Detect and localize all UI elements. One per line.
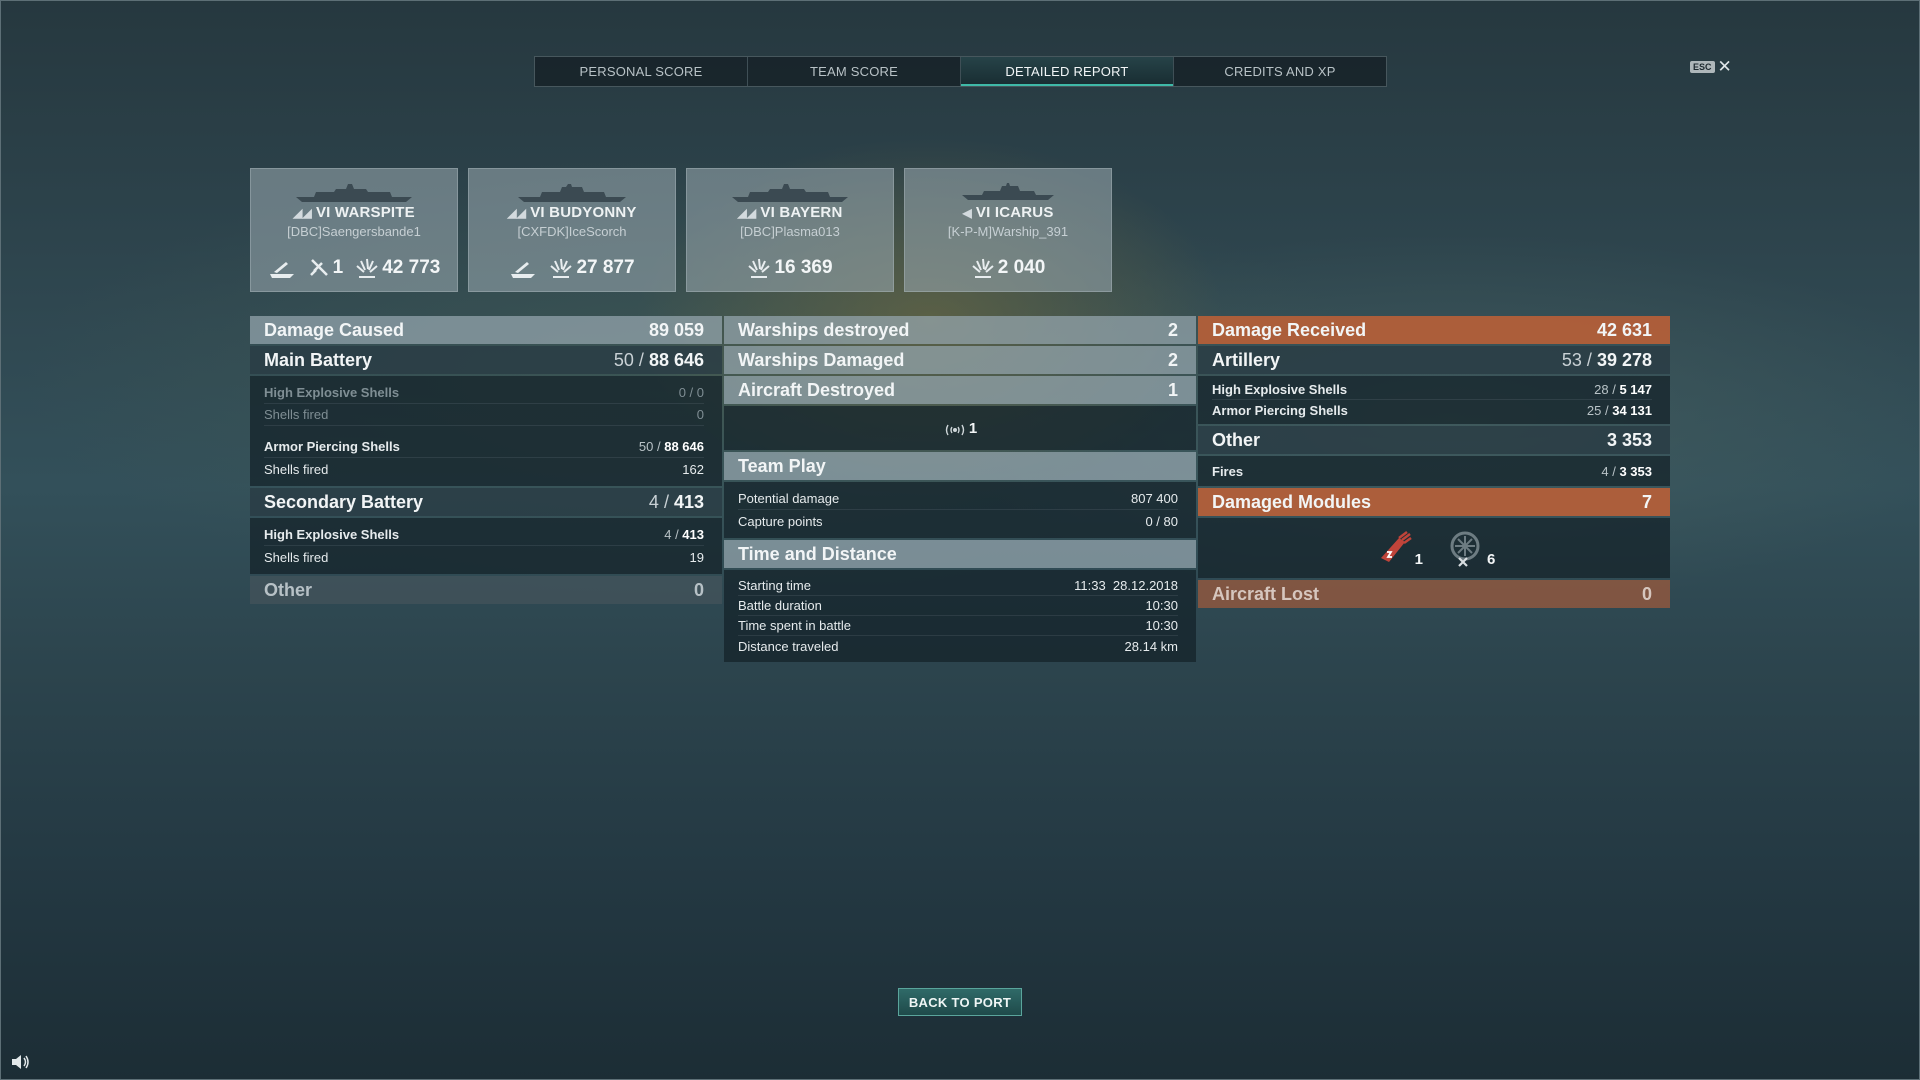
aircraft-destroyed-icons: 1 xyxy=(724,406,1196,450)
damage-caused-panel: Damage Caused 89 059 Main Battery 50 / 88… xyxy=(250,316,722,606)
time-distance-header: Time and Distance xyxy=(724,540,1196,568)
battleship-silhouette-icon xyxy=(296,184,412,202)
he-shells-row: High Explosive Shells 4 / 413 xyxy=(264,524,704,546)
team-play-header: Team Play xyxy=(724,452,1196,480)
torpedo-hit-icon xyxy=(509,258,537,278)
damage-caused-header: Damage Caused 89 059 xyxy=(250,316,722,344)
damage-received-panel: Damage Received 42 631 Artillery 53 / 39 … xyxy=(1198,316,1670,610)
warships-destroyed-header: Warships destroyed 2 xyxy=(724,316,1196,344)
damaged-modules-header: Damaged Modules 7 xyxy=(1198,488,1670,516)
damage-burst-icon xyxy=(972,258,994,278)
ship-name: ◢◢ VI WARSPITE xyxy=(293,204,415,221)
cruiser-silhouette-icon xyxy=(518,184,626,202)
player-name: [DBC]Plasma013 xyxy=(740,224,840,239)
damaged-modules-icons: 1 6 xyxy=(1198,518,1670,578)
tab-personal-score[interactable]: PERSONAL SCORE xyxy=(535,57,748,86)
damage-received-header: Damage Received 42 631 xyxy=(1198,316,1670,344)
ship-cards: ◢◢ VI WARSPITE [DBC]Saengersbande1 1 42 7… xyxy=(250,168,1112,292)
other-received-details: Fires 4 / 3 353 xyxy=(1198,456,1670,486)
other-caused-header: Other 0 xyxy=(250,576,722,604)
close-button[interactable]: ESC ✕ xyxy=(1690,57,1732,76)
player-name: [DBC]Saengersbande1 xyxy=(287,224,421,239)
report-tabs: PERSONAL SCORE TEAM SCORE DETAILED REPOR… xyxy=(534,56,1387,87)
sound-toggle[interactable] xyxy=(10,1054,30,1075)
back-to-port-button[interactable]: BACK TO PORT xyxy=(898,988,1022,1016)
other-received-header: Other 3 353 xyxy=(1198,426,1670,454)
speaker-icon xyxy=(12,1055,29,1069)
ap-shells-row: Armor Piercing Shells 25 / 34 131 xyxy=(1212,402,1652,418)
destroyed-module-icon xyxy=(1450,531,1480,567)
plane-shot-down-stat: 1 xyxy=(308,257,343,279)
ship-card[interactable]: ◢◢ VI BUDYONNY [CXFDK]IceScorch 27 877 xyxy=(468,168,676,292)
capture-points-row: Capture points 0 / 80 xyxy=(738,513,1178,529)
player-name: [K-P-M]Warship_391 xyxy=(947,224,1069,239)
tab-team-score[interactable]: TEAM SCORE xyxy=(748,57,961,86)
potential-damage-row: Potential damage 807 400 xyxy=(738,488,1178,510)
ship-name: ◢◢ VI BAYERN xyxy=(737,204,843,221)
damaged-module-item: 6 xyxy=(1445,528,1495,568)
he-shells-row: High Explosive Shells 28 / 5 147 xyxy=(1212,380,1652,400)
damage-stat: 27 877 xyxy=(549,257,635,279)
ship-card[interactable]: ◢◢ VI BAYERN [DBC]Plasma013 16 369 xyxy=(686,168,894,292)
ship-name: ◀ VI ICARUS xyxy=(962,204,1054,221)
battleship-class-icon: ◢◢ xyxy=(293,206,312,220)
damage-burst-icon xyxy=(550,258,573,278)
team-play-details: Potential damage 807 400 Capture points 0 … xyxy=(724,482,1196,538)
fires-row: Fires 4 / 3 353 xyxy=(1212,463,1652,479)
damage-burst-icon xyxy=(748,258,771,278)
shells-fired-row: Shells fired 162 xyxy=(264,461,704,477)
damage-burst-icon xyxy=(356,258,378,278)
main-battery-details: High Explosive Shells 0 / 0 Shells fired 0… xyxy=(250,376,722,486)
damaged-module-item: 1 xyxy=(1373,528,1423,568)
torpedo-hit-icon xyxy=(268,258,296,278)
distance-traveled-row: Distance traveled 28.14 km xyxy=(738,638,1178,654)
destroyer-class-icon: ◀ xyxy=(962,206,972,220)
combat-summary-panel: Warships destroyed 2 Warships Damaged 2 Ai… xyxy=(724,316,1196,664)
ap-shells-row: Armor Piercing Shells 50 / 88 646 xyxy=(264,436,704,458)
battle-duration-row: Battle duration 10:30 xyxy=(738,596,1178,616)
esc-key-icon: ESC xyxy=(1690,61,1715,73)
ship-card[interactable]: ◢◢ VI WARSPITE [DBC]Saengersbande1 1 42 7… xyxy=(250,168,458,292)
ship-card[interactable]: ◀ VI ICARUS [K-P-M]Warship_391 2 040 xyxy=(904,168,1112,292)
tab-credits-and-xp[interactable]: CREDITS AND XP xyxy=(1174,57,1386,86)
battleship-class-icon: ◢◢ xyxy=(737,206,757,220)
damage-stat: 16 369 xyxy=(747,257,833,279)
tab-detailed-report[interactable]: DETAILED REPORT xyxy=(961,57,1174,86)
starting-time-row: Starting time 11:33 28.12.2018 xyxy=(738,576,1178,596)
ship-name: ◢◢ VI BUDYONNY xyxy=(507,204,637,221)
artillery-details: High Explosive Shells 28 / 5 147 Armor P… xyxy=(1198,376,1670,424)
plane-shot-down-icon xyxy=(309,259,328,276)
aircraft-destroyed-item: 1 xyxy=(943,420,977,437)
fighter-aircraft-icon xyxy=(945,424,965,435)
secondary-battery-details: High Explosive Shells 4 / 413 Shells fir… xyxy=(250,518,722,574)
secondary-battery-header: Secondary Battery 4 / 413 xyxy=(250,488,722,516)
destroyer-silhouette-icon xyxy=(962,183,1054,200)
time-in-battle-row: Time spent in battle 10:30 xyxy=(738,616,1178,636)
player-name: [CXFDK]IceScorch xyxy=(517,224,627,239)
cruiser-class-icon: ◢◢ xyxy=(507,206,527,220)
he-shells-row: High Explosive Shells 0 / 0 xyxy=(264,382,704,404)
artillery-header: Artillery 53 / 39 278 xyxy=(1198,346,1670,374)
main-battery-header: Main Battery 50 / 88 646 xyxy=(250,346,722,374)
damage-stat: 42 773 xyxy=(355,257,440,279)
time-distance-details: Starting time 11:33 28.12.2018 Battle dur… xyxy=(724,570,1196,662)
shells-fired-row: Shells fired 0 xyxy=(264,404,704,426)
aircraft-lost-header: Aircraft Lost 0 xyxy=(1198,580,1670,608)
damaged-gun-icon xyxy=(1380,531,1412,562)
aircraft-destroyed-header: Aircraft Destroyed 1 xyxy=(724,376,1196,404)
shells-fired-row: Shells fired 19 xyxy=(264,549,704,565)
damage-stat: 2 040 xyxy=(971,257,1045,279)
battleship-silhouette-icon xyxy=(732,184,848,202)
close-icon: ✕ xyxy=(1717,57,1732,76)
warships-damaged-header: Warships Damaged 2 xyxy=(724,346,1196,374)
